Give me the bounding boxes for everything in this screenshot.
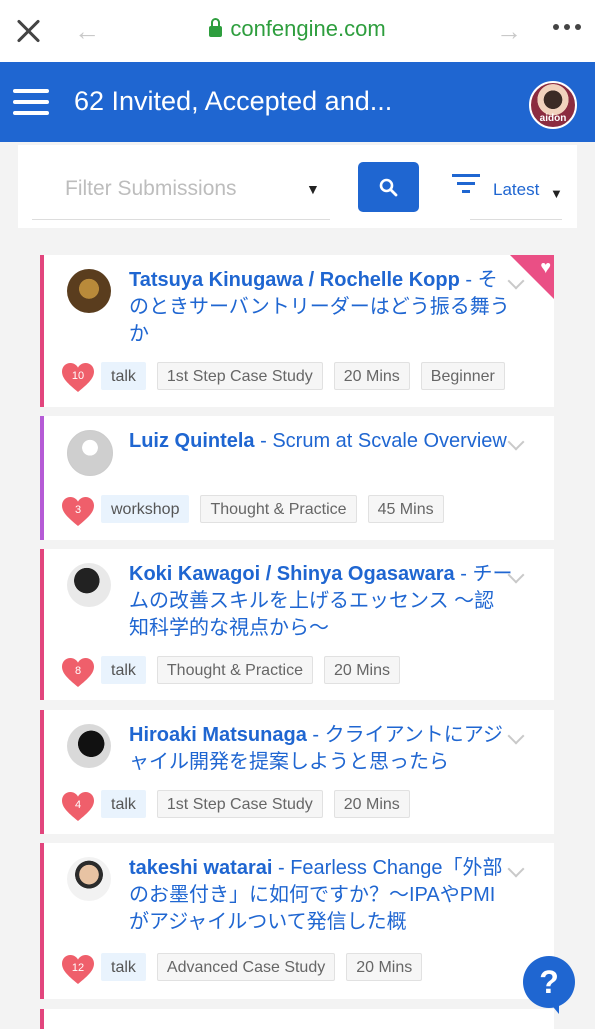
submission-card[interactable]: Hiroaki Matsunaga - クライアントにアジャイル開発を提案しよう…: [40, 710, 554, 834]
speaker-names: Tatsuya Kinugawa / Rochelle Kopp: [129, 269, 460, 291]
help-icon[interactable]: ?: [523, 956, 575, 1014]
browser-bar: ← confengine.com →: [0, 0, 595, 62]
tag-list: talk 1st Step Case Study 20 Mins: [101, 790, 410, 818]
sort-label: Latest: [493, 180, 540, 199]
like-count: 10: [71, 370, 85, 382]
submission-title[interactable]: Koki Kawagoi / Shinya Ogasawara - チームの改善…: [129, 561, 514, 642]
avatar: [67, 724, 111, 768]
tag-category[interactable]: Advanced Case Study: [156, 953, 336, 981]
speaker-names: takeshi watarai: [129, 857, 273, 879]
submission-title[interactable]: Hiroaki Matsunaga - クライアントにアジャイル開発を提案しよう…: [129, 722, 514, 776]
like-count: 12: [71, 962, 85, 974]
app-header: 62 Invited, Accepted and... aidon: [0, 62, 595, 142]
talk-title: - Scrum at Scvale Overview: [260, 430, 507, 452]
search-button[interactable]: [358, 162, 419, 212]
page-title: 62 Invited, Accepted and...: [74, 86, 393, 116]
avatar: [67, 857, 111, 901]
tag-category[interactable]: 1st Step Case Study: [156, 362, 323, 390]
submission-title[interactable]: Tatsuya Kinugawa / Rochelle Kopp - そのときサ…: [129, 267, 514, 348]
speaker-names: Koki Kawagoi / Shinya Ogasawara: [129, 563, 455, 585]
avatar[interactable]: aidon: [529, 81, 577, 129]
filter-placeholder: Filter Submissions: [65, 177, 237, 200]
tag-type[interactable]: workshop: [101, 495, 190, 523]
tag-duration[interactable]: 20 Mins: [346, 953, 423, 981]
submission-card[interactable]: [40, 1009, 554, 1029]
submission-card[interactable]: Koki Kawagoi / Shinya Ogasawara - チームの改善…: [40, 549, 554, 700]
tag-list: talk Thought & Practice 20 Mins: [101, 656, 401, 684]
tag-duration[interactable]: 45 Mins: [367, 495, 444, 523]
tag-type[interactable]: talk: [101, 656, 146, 684]
lock-icon: [209, 18, 223, 37]
tag-type[interactable]: talk: [101, 790, 146, 818]
like-button[interactable]: 12: [62, 955, 94, 985]
tag-type[interactable]: talk: [101, 362, 146, 390]
search-icon: [379, 178, 398, 197]
tag-duration[interactable]: 20 Mins: [323, 656, 401, 684]
like-count: 4: [74, 799, 82, 811]
submission-title[interactable]: Luiz Quintela - Scrum at Scvale Overview: [129, 428, 514, 455]
caret-down-icon: ▼: [550, 186, 563, 201]
tag-list: talk 1st Step Case Study 20 Mins Beginne…: [101, 362, 505, 390]
like-button[interactable]: 8: [62, 658, 94, 688]
submission-card[interactable]: Tatsuya Kinugawa / Rochelle Kopp - そのときサ…: [40, 255, 554, 407]
sort-select[interactable]: Latest ▼: [470, 173, 563, 220]
url-text: confengine.com: [230, 16, 386, 41]
tag-list: talk Advanced Case Study 20 Mins: [101, 953, 423, 981]
tag-list: workshop Thought & Practice 45 Mins: [101, 495, 444, 523]
caret-down-icon[interactable]: ▼: [306, 181, 320, 197]
tag-level[interactable]: Beginner: [420, 362, 505, 390]
tag-duration[interactable]: 20 Mins: [333, 362, 410, 390]
like-button[interactable]: 4: [62, 792, 94, 822]
like-count: 8: [74, 665, 82, 677]
submission-card[interactable]: takeshi watarai - Fearless Change「外部のお墨付…: [40, 843, 554, 999]
like-button[interactable]: 10: [62, 363, 94, 393]
avatar: [67, 430, 113, 476]
avatar: [67, 269, 111, 313]
tag-type[interactable]: talk: [101, 953, 146, 981]
avatar: [67, 563, 111, 607]
tag-category[interactable]: Thought & Practice: [200, 495, 357, 523]
tag-category[interactable]: Thought & Practice: [156, 656, 313, 684]
speaker-names: Luiz Quintela: [129, 430, 255, 452]
submission-card[interactable]: Luiz Quintela - Scrum at Scvale Overview…: [40, 416, 554, 540]
tag-duration[interactable]: 20 Mins: [333, 790, 410, 818]
like-count: 3: [74, 504, 82, 516]
filter-input[interactable]: Filter Submissions ▼: [32, 173, 330, 220]
forward-arrow-icon[interactable]: →: [496, 18, 522, 44]
menu-icon[interactable]: [13, 89, 49, 115]
tag-category[interactable]: 1st Step Case Study: [156, 790, 323, 818]
filter-bar: Filter Submissions ▼ Latest ▼: [18, 145, 577, 228]
submission-title[interactable]: takeshi watarai - Fearless Change「外部のお墨付…: [129, 855, 514, 937]
speaker-names: Hiroaki Matsunaga: [129, 724, 307, 746]
like-button[interactable]: 3: [62, 497, 94, 527]
heart-icon: ♥: [540, 257, 551, 277]
more-icon[interactable]: [553, 24, 581, 30]
